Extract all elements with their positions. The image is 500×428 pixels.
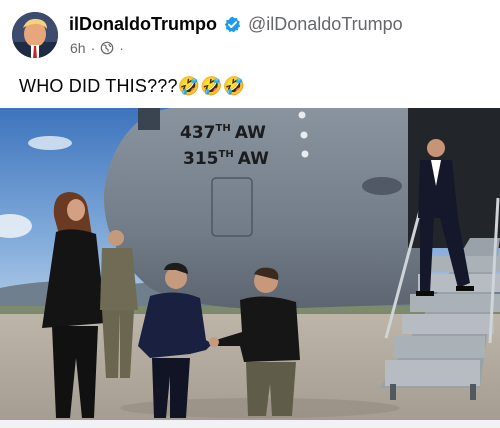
globe-icon[interactable] [100, 41, 114, 55]
meta-separator-trailing: · [119, 40, 124, 56]
post-text: WHO DID THIS???🤣🤣🤣 [19, 76, 246, 97]
post-photo[interactable]: 437TH AW 315TH AW [0, 108, 500, 420]
post-meta: 6h · · [70, 40, 129, 56]
author-avatar[interactable] [12, 12, 58, 58]
post-card: ilDonaldoTrumpo @ilDonaldoTrumpo 6h · · … [0, 0, 500, 428]
author-handle[interactable]: @ilDonaldoTrumpo [248, 14, 403, 35]
post-divider [0, 420, 500, 428]
post-text-body: WHO DID THIS??? [19, 76, 178, 96]
meta-separator: · [90, 40, 96, 56]
handshake [209, 337, 219, 347]
avatar-image [12, 12, 58, 58]
author-row: ilDonaldoTrumpo @ilDonaldoTrumpo [69, 14, 403, 35]
verified-badge-icon [224, 16, 241, 33]
author-name[interactable]: ilDonaldoTrumpo [69, 14, 217, 35]
laughing-emoji: 🤣🤣🤣 [177, 76, 246, 96]
photo-scene: 437TH AW 315TH AW [0, 108, 500, 420]
post-timestamp[interactable]: 6h [70, 40, 86, 56]
